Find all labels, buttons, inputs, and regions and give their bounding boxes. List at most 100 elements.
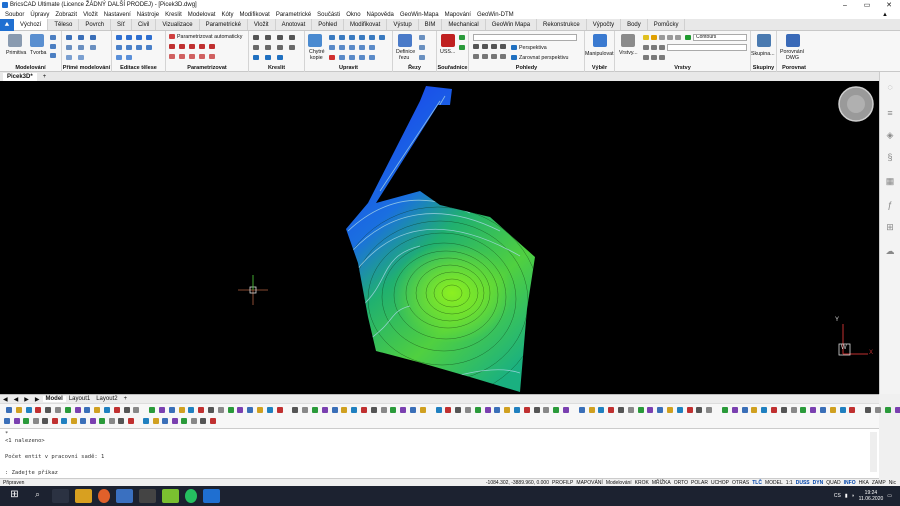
ribbon-tab[interactable]: Výpočty	[587, 19, 622, 30]
status-toggle[interactable]: POLAR	[691, 480, 708, 486]
task-view-icon[interactable]	[52, 489, 69, 503]
tab-layout1[interactable]: Layout1	[66, 396, 93, 402]
toolbar-tool-icon[interactable]	[894, 407, 900, 413]
trim-icon[interactable]	[339, 45, 345, 50]
smart-copy-icon[interactable]	[308, 34, 322, 47]
view-back-icon[interactable]	[482, 54, 488, 59]
toolbar-tool-icon[interactable]	[89, 418, 96, 424]
ribbon-tab[interactable]: Anotovat	[276, 19, 313, 30]
status-toggle[interactable]: MAPOVÁNÍ	[576, 480, 602, 486]
toolbar-tool-icon[interactable]	[127, 418, 134, 424]
toolbar-tool-icon[interactable]	[181, 418, 187, 424]
ribbon-tab[interactable]: Pomůcky	[648, 19, 686, 30]
tips-icon[interactable]: ◌	[885, 82, 895, 92]
toolbar-tool-icon[interactable]	[390, 407, 397, 413]
region-icon[interactable]	[265, 55, 271, 60]
maximize-button[interactable]: ▭	[856, 1, 878, 9]
toolbar-tool-icon[interactable]	[159, 407, 165, 413]
toolbar-tool-icon[interactable]	[800, 407, 807, 413]
imprint-icon[interactable]	[126, 45, 132, 50]
toolbar-tool-icon[interactable]	[331, 407, 338, 413]
status-toggle[interactable]: DUSS	[796, 480, 810, 486]
toolbar-tool-icon[interactable]	[657, 407, 664, 413]
toolbar-tool-icon[interactable]	[276, 407, 283, 413]
extend-icon[interactable]	[349, 45, 355, 50]
slice-icon[interactable]	[146, 35, 152, 40]
view-bottom-icon[interactable]	[473, 54, 479, 59]
toolbar-tool-icon[interactable]	[198, 407, 205, 413]
status-toggle[interactable]: OTRAS	[732, 480, 749, 486]
command-line-panel[interactable]: * <1 nalezeno> Počet entit v pracovní sa…	[0, 429, 879, 479]
auto-parametrize-label[interactable]: Parametrizovat automaticky	[177, 34, 242, 40]
toolbar-tool-icon[interactable]	[45, 407, 52, 413]
tab-layout2[interactable]: Layout2	[93, 396, 120, 402]
menu-item[interactable]: Součásti	[317, 12, 340, 18]
uss-label[interactable]: USS...	[440, 49, 455, 55]
minimize-button[interactable]: –	[834, 2, 856, 9]
separate-icon[interactable]	[136, 45, 142, 50]
layer-match-icon[interactable]	[643, 55, 649, 60]
toolbar-tool-icon[interactable]	[247, 407, 254, 413]
perspektiva-label[interactable]: Perspektiva	[519, 45, 547, 51]
toolbar-tool-icon[interactable]	[171, 418, 178, 424]
toolbar-tool-icon[interactable]	[209, 418, 216, 424]
menu-item[interactable]: Nastavení	[104, 12, 131, 18]
layer-unisolate-icon[interactable]	[659, 45, 665, 50]
menu-item[interactable]: Zobrazit	[55, 12, 77, 18]
ribbon-tab[interactable]: Síť	[111, 19, 132, 30]
status-toggle[interactable]: TLČ	[752, 480, 762, 486]
command-scrollbar[interactable]	[870, 432, 877, 472]
stretch-icon[interactable]	[359, 45, 365, 50]
layer-isolate-icon[interactable]	[651, 45, 657, 50]
offset-icon[interactable]	[329, 45, 335, 50]
menu-item[interactable]: Parametrické	[276, 12, 311, 18]
toolbar-tool-icon[interactable]	[292, 407, 299, 413]
revolve-icon[interactable]	[50, 44, 56, 49]
vrstvy-label[interactable]: Vrstvy...	[619, 50, 638, 56]
toolbar-tool-icon[interactable]	[13, 418, 20, 424]
toolbar-tool-icon[interactable]	[884, 407, 891, 413]
toolbar-tool-icon[interactable]	[761, 407, 768, 413]
menu-item[interactable]: Vložit	[83, 12, 98, 18]
menu-item[interactable]: Nápověda	[367, 12, 394, 18]
volume-icon[interactable]: ◗	[852, 493, 855, 499]
status-toggle[interactable]: HKA	[859, 480, 869, 486]
toolbar-tool-icon[interactable]	[190, 418, 197, 424]
toolbar-tool-icon[interactable]	[445, 407, 452, 413]
layer-plot-icon[interactable]	[667, 35, 673, 40]
arc-icon[interactable]	[289, 35, 295, 40]
bricscad-taskbar-icon[interactable]	[203, 489, 220, 503]
menu-item[interactable]: Úpravy	[30, 12, 49, 18]
toolbar-tool-icon[interactable]	[875, 407, 881, 413]
toolbar-tool-icon[interactable]	[435, 407, 442, 413]
cloud-icon[interactable]: ☁	[885, 246, 895, 256]
rotate-icon[interactable]	[349, 35, 355, 40]
section-plane-icon[interactable]	[398, 34, 412, 47]
toolbar-tool-icon[interactable]	[108, 418, 115, 424]
polygon-icon[interactable]	[289, 45, 295, 50]
toolbar-tool-icon[interactable]	[25, 407, 32, 413]
ribbon-tab[interactable]: Civil	[132, 19, 157, 30]
toolbar-tool-icon[interactable]	[237, 407, 244, 413]
view-left-icon[interactable]	[491, 44, 497, 49]
status-toggle[interactable]: Modelování	[606, 480, 632, 486]
toolbar-tool-icon[interactable]	[149, 407, 156, 413]
tangent-icon[interactable]	[209, 44, 215, 49]
nav-first-button[interactable]: ◀	[0, 396, 11, 403]
spline-icon[interactable]	[265, 45, 271, 50]
layers-icon[interactable]	[621, 34, 635, 47]
toolbar-tool-icon[interactable]	[608, 407, 615, 413]
toolbar-tool-icon[interactable]	[588, 407, 595, 413]
section-list-icon[interactable]	[419, 35, 425, 40]
current-layer-select[interactable]: Contours	[693, 34, 747, 41]
layer-lock-icon[interactable]	[659, 35, 665, 40]
group-icon[interactable]	[757, 34, 771, 47]
layer-filter-select[interactable]	[667, 44, 747, 51]
status-toggle[interactable]: KROK	[635, 480, 649, 486]
break-icon[interactable]	[349, 55, 355, 60]
view-iso2-icon[interactable]	[500, 54, 506, 59]
layer-freeze-icon[interactable]	[651, 35, 657, 40]
scale-icon[interactable]	[359, 35, 365, 40]
ucs-world-icon[interactable]	[459, 35, 465, 40]
mirror-icon[interactable]	[369, 35, 375, 40]
